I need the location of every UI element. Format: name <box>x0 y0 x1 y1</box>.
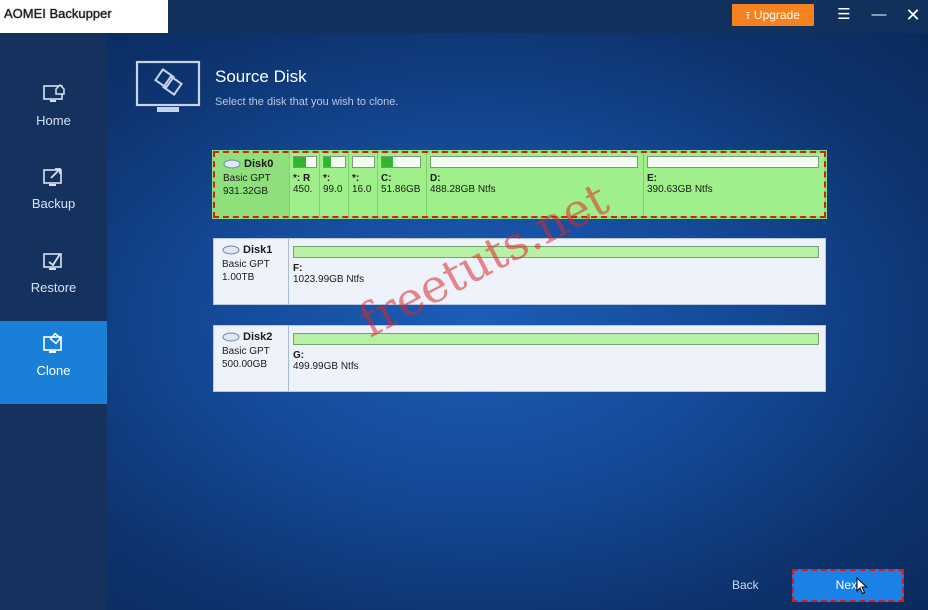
usage-fill <box>382 157 394 167</box>
disk-icon <box>222 332 240 342</box>
partition-label: *: <box>352 173 360 184</box>
partition[interactable]: *: 16.0 <box>348 153 377 216</box>
sidebar-item-label: Home <box>36 113 71 128</box>
partition[interactable]: C: 51.86GB <box>377 153 426 216</box>
partition-label: F: <box>293 263 303 274</box>
partition[interactable]: E: 390.63GB Ntfs <box>643 153 824 216</box>
usage-bar <box>352 156 375 168</box>
usage-bar <box>430 156 638 168</box>
partition-size: 16.0 <box>352 184 372 195</box>
disk-row-disk0[interactable]: Disk0 Basic GPT 931.32GB *: R 450. *: 99… <box>212 150 827 219</box>
usage-bar <box>293 156 317 168</box>
disk-type: Basic GPT <box>223 173 271 184</box>
disk-icon <box>223 159 241 169</box>
clone-icon <box>42 332 62 353</box>
sidebar-item-home[interactable]: Home <box>0 71 107 154</box>
next-button[interactable]: Next <box>792 569 904 602</box>
home-icon <box>42 83 65 102</box>
back-button[interactable]: Back <box>732 578 759 592</box>
usage-bar <box>647 156 819 168</box>
usage-fill <box>324 157 332 167</box>
sidebar-item-restore[interactable]: Restore <box>0 238 107 321</box>
disk-type: Basic GPT <box>222 346 270 357</box>
sidebar-item-backup[interactable]: Backup <box>0 154 107 237</box>
disk-name-label: Disk2 <box>243 331 273 343</box>
upgrade-arrow-icon: ⭱ <box>746 10 750 22</box>
partition-label: *: <box>323 173 331 184</box>
partition-label: E: <box>647 173 657 184</box>
sidebar: Home Backup Restore Clone <box>0 33 107 610</box>
disk-name: Disk0 <box>223 158 289 170</box>
disk-name: Disk1 <box>222 244 288 256</box>
disk-info: Disk0 Basic GPT 931.32GB <box>215 153 289 216</box>
partition-label: *: R <box>293 173 311 184</box>
menu-icon[interactable]: ☰ <box>834 5 854 25</box>
partition-size: 1023.99GB Ntfs <box>293 274 365 285</box>
partition-size: 51.86GB <box>381 184 421 195</box>
usage-bar <box>323 156 346 168</box>
partition-size: 488.28GB Ntfs <box>430 184 496 195</box>
disk-name: Disk2 <box>222 331 288 343</box>
title-bar: AOMEI Backupper Standard ⭱Upgrade ☰ — ✕ <box>0 0 928 49</box>
minimize-icon[interactable]: — <box>869 5 889 25</box>
usage-fill <box>294 157 307 167</box>
partition[interactable]: *: 99.0 <box>319 153 348 216</box>
sidebar-item-label: Restore <box>30 280 77 295</box>
close-icon[interactable]: ✕ <box>903 5 923 25</box>
restore-icon <box>42 253 62 270</box>
disk-type: Basic GPT <box>222 259 270 270</box>
main-panel: Source Disk Select the disk that you wis… <box>107 33 928 610</box>
page-subtitle: Select the disk that you wish to clone. <box>215 96 399 108</box>
page-title: Source Disk <box>215 67 307 86</box>
disk-row-disk2[interactable]: Disk2 Basic GPT 500.00GB G: 499.99GB Ntf… <box>213 325 826 392</box>
partition-label: C: <box>381 173 392 184</box>
partition-size: 450. <box>293 184 313 195</box>
disk-size: 1.00TB <box>222 272 255 283</box>
partition-size: 499.99GB Ntfs <box>293 361 359 372</box>
disk-size: 931.32GB <box>223 186 269 197</box>
disk-name-label: Disk0 <box>244 158 274 170</box>
backup-icon <box>42 168 62 186</box>
partition-size: 99.0 <box>323 184 343 195</box>
upgrade-button[interactable]: ⭱ Upgrade <box>732 4 814 26</box>
mouse-cursor-icon <box>856 577 868 595</box>
disk-info: Disk1 Basic GPT 1.00TB <box>214 239 288 304</box>
usage-bar <box>381 156 421 168</box>
upgrade-label: Upgrade <box>753 8 800 22</box>
disk-info: Disk2 Basic GPT 500.00GB <box>214 326 288 391</box>
disk-icon <box>222 245 240 255</box>
partition-label: D: <box>430 173 441 184</box>
source-disk-icon <box>135 60 201 112</box>
partition-size: 390.63GB Ntfs <box>647 184 713 195</box>
sidebar-item-label: Clone <box>36 363 71 378</box>
disk-size: 500.00GB <box>222 359 268 370</box>
disk-name-label: Disk1 <box>243 244 273 256</box>
app-title: AOMEI Backupper Standard <box>0 0 168 49</box>
partition[interactable]: *: R 450. <box>289 153 319 216</box>
sidebar-item-clone[interactable]: Clone <box>0 321 107 404</box>
partition-label: G: <box>293 350 305 361</box>
sidebar-item-label: Backup <box>31 196 76 211</box>
